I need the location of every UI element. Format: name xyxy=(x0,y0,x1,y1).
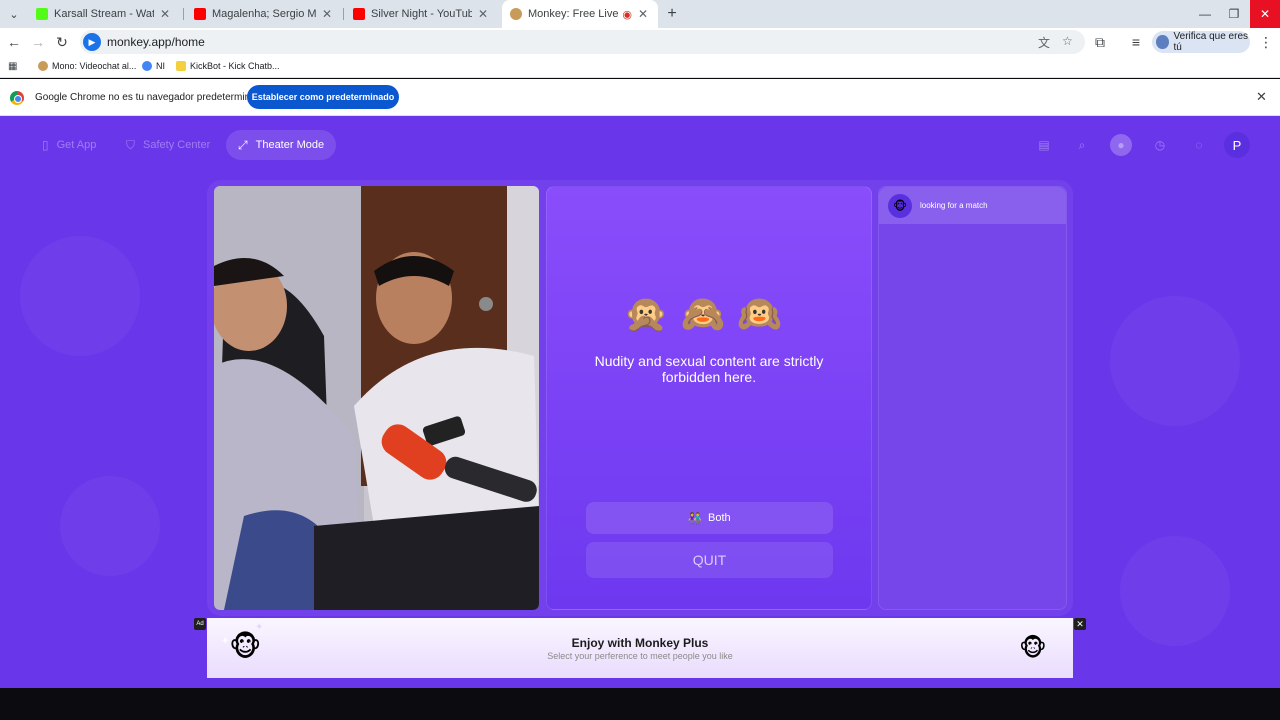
see-no-evil-monkeys-icon: 🙊🙈🙉 xyxy=(623,293,795,334)
shield-icon: ⛉ xyxy=(126,137,136,152)
infobar-message: Google Chrome no es tu navegador predete… xyxy=(35,92,267,103)
safety-center-button[interactable]: ⛉ Safety Center xyxy=(114,130,222,160)
tab-title: Monkey: Free Live Video Ch xyxy=(528,8,620,20)
tab-search-chevron-icon[interactable]: ⌄ xyxy=(4,4,24,24)
youtube-favicon-icon xyxy=(353,8,365,20)
get-app-label: Get App xyxy=(56,139,97,151)
apps-grid-icon[interactable]: ▦ xyxy=(8,61,17,72)
monkey-mascot-icon: 🐵 xyxy=(1019,635,1047,662)
chat-bubble-icon[interactable]: ◌ xyxy=(1188,134,1210,156)
match-status-text: looking for a match xyxy=(920,201,988,210)
browser-tab[interactable]: Karsall Stream - Watch Live on ✕ xyxy=(28,0,180,28)
close-window-icon[interactable]: ✕ xyxy=(1250,0,1280,28)
gender-filter-label: Both xyxy=(708,512,731,524)
profile-avatar-icon xyxy=(1156,35,1169,49)
quit-button[interactable]: QUIT xyxy=(586,542,833,578)
tab-close-icon[interactable]: ✕ xyxy=(636,7,650,21)
bookmark-label: NI xyxy=(156,61,165,71)
search-icon[interactable]: ⌕ xyxy=(1071,134,1093,156)
ad-close-icon[interactable]: ✕ xyxy=(1074,618,1086,630)
gender-filter-button[interactable]: 👫 Both xyxy=(586,502,833,534)
chrome-logo-icon xyxy=(10,91,24,105)
tab-title: Karsall Stream - Watch Live on xyxy=(54,8,154,20)
kick-favicon-icon xyxy=(36,8,48,20)
match-panel: 🙊🙈🙉 Nudity and sexual content are strict… xyxy=(546,186,872,610)
video-frame-illustration xyxy=(214,186,539,610)
restore-window-icon[interactable]: ❐ xyxy=(1219,0,1249,28)
monkey-app-page: ▯ Get App ⛉ Safety Center ⤢ Theater Mode… xyxy=(0,116,1280,688)
chat-header: 🐵 looking for a match xyxy=(879,187,1066,224)
infobar-close-icon[interactable]: ✕ xyxy=(1256,89,1267,105)
safety-center-label: Safety Center xyxy=(143,139,211,151)
content-rule-notice: Nudity and sexual content are strictly f… xyxy=(594,353,824,385)
bookmark-item[interactable]: KickBot - Kick Chatb... xyxy=(176,61,280,71)
ad-label: Ad xyxy=(194,618,206,630)
couple-icon: 👫 xyxy=(688,512,703,525)
monkey-favicon-icon xyxy=(510,8,522,20)
background-blob xyxy=(1110,296,1240,426)
tab-title: Silver Night - YouTube xyxy=(371,8,472,20)
back-arrow-icon[interactable]: ← xyxy=(4,32,24,52)
theater-mode-label: Theater Mode xyxy=(255,139,325,151)
tab-divider xyxy=(183,8,184,20)
google-bookmark-icon xyxy=(142,61,152,71)
address-bar[interactable]: ▶ monkey.app/home 文 ☆ xyxy=(80,30,1085,54)
background-blob xyxy=(20,236,140,356)
tab-close-icon[interactable]: ✕ xyxy=(158,7,172,21)
bookmark-label: KickBot - Kick Chatb... xyxy=(190,61,280,71)
profile-label: Verifica que eres tú xyxy=(1173,31,1249,53)
reload-icon[interactable]: ↻ xyxy=(52,32,72,52)
monkey-plus-ad-banner[interactable]: ✦ ✦ 🐵 Enjoy with Monkey Plus Select your… xyxy=(207,618,1073,678)
browser-tab-strip: ⌄ Karsall Stream - Watch Live on ✕ Magal… xyxy=(0,0,1280,28)
browser-toolbar: ← → ↻ ▶ monkey.app/home 文 ☆ ⧉ ≡ Verifica… xyxy=(0,28,1280,56)
get-app-button[interactable]: ▯ Get App xyxy=(30,130,108,160)
chat-panel: 🐵 looking for a match xyxy=(878,186,1067,610)
camera-video-feed xyxy=(214,186,539,610)
browser-tab[interactable]: Magalenha; Sergio Mendes [Le ✕ xyxy=(186,0,342,28)
taskbar-area xyxy=(0,688,1280,720)
expand-icon: ⤢ xyxy=(238,137,248,152)
monkey-avatar-icon: 🐵 xyxy=(888,193,912,218)
monkey-bookmark-icon xyxy=(38,61,48,71)
background-blob xyxy=(1120,536,1230,646)
phone-icon: ▯ xyxy=(42,138,49,152)
bookmarks-bar: ▦ Mono: Videochat al... NI KickBot - Kic… xyxy=(0,56,1280,78)
tab-title: Magalenha; Sergio Mendes [Le xyxy=(212,8,316,20)
url-text[interactable]: monkey.app/home xyxy=(107,35,205,49)
ad-title: Enjoy with Monkey Plus xyxy=(571,636,709,650)
bookmark-label: Mono: Videochat al... xyxy=(52,61,137,71)
browser-tab[interactable]: Silver Night - YouTube ✕ xyxy=(345,0,498,28)
profile-button[interactable]: Verifica que eres tú xyxy=(1152,31,1250,53)
avatar-initial: P xyxy=(1232,137,1242,153)
youtube-favicon-icon xyxy=(194,8,206,20)
ad-subtitle: Select your perference to meet people yo… xyxy=(547,651,733,661)
new-tab-button[interactable]: + xyxy=(662,4,682,24)
bookmark-item[interactable]: Mono: Videochat al... xyxy=(38,61,136,71)
history-clock-icon[interactable]: ◷ xyxy=(1149,134,1171,156)
translate-icon[interactable]: 文 xyxy=(1038,34,1050,51)
camera-site-info-icon[interactable]: ▶ xyxy=(83,33,101,51)
recording-indicator-icon: ◉ xyxy=(622,8,632,21)
background-blob xyxy=(60,476,160,576)
user-avatar[interactable]: P xyxy=(1224,132,1250,158)
coin-icon[interactable]: ● xyxy=(1110,134,1132,156)
minimize-window-icon[interactable]: — xyxy=(1190,0,1220,28)
media-controls-icon[interactable]: ≡ xyxy=(1126,32,1146,52)
theater-mode-button[interactable]: ⤢ Theater Mode xyxy=(226,130,337,160)
tab-close-icon[interactable]: ✕ xyxy=(320,7,334,21)
browser-tab-active[interactable]: Monkey: Free Live Video Ch ◉ ✕ xyxy=(502,0,658,28)
set-default-browser-button[interactable]: Establecer como predeterminado xyxy=(247,85,399,109)
bookmark-item[interactable]: NI xyxy=(142,61,165,71)
tab-close-icon[interactable]: ✕ xyxy=(476,7,490,21)
shop-icon[interactable]: ▤ xyxy=(1033,134,1055,156)
forward-arrow-icon[interactable]: → xyxy=(28,32,48,52)
extensions-icon[interactable]: ⧉ xyxy=(1090,32,1110,52)
kickbot-bookmark-icon xyxy=(176,61,186,71)
browser-menu-icon[interactable]: ⋮ xyxy=(1256,32,1276,52)
tab-divider xyxy=(343,8,344,20)
default-browser-infobar: Google Chrome no es tu navegador predete… xyxy=(0,79,1280,116)
bookmark-star-icon[interactable]: ☆ xyxy=(1062,34,1073,48)
